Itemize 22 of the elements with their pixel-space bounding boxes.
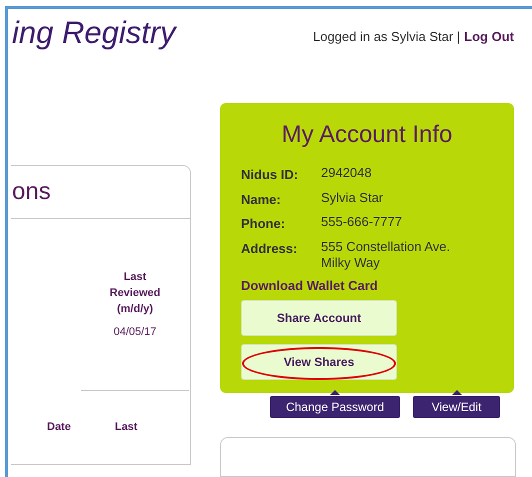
field-value: 555 Constellation Ave. Milky Way (321, 238, 450, 270)
field-value: Sylvia Star (321, 190, 384, 207)
field-label: Address: (241, 240, 298, 258)
field-label: Nidus ID: (241, 166, 300, 184)
column-header: Last (114, 420, 138, 435)
table-cell-text: 04/05/17 (114, 325, 156, 340)
action-button[interactable]: Change Password (270, 396, 400, 418)
field-label: Name: (241, 190, 282, 208)
login-status: Logged in as Sylvia Star | (312, 28, 460, 46)
card-title: My Account Info (280, 120, 454, 150)
account-button[interactable]: Share Account (241, 300, 397, 336)
panel-heading: ons (12, 177, 51, 207)
site-title: ing Registry (12, 17, 176, 48)
account-button[interactable]: View Shares (241, 344, 397, 380)
action-button[interactable]: View/Edit (413, 396, 500, 418)
field-label: Phone: (241, 215, 286, 233)
download-link[interactable]: Download Wallet Card (241, 276, 378, 295)
logout-link[interactable]: Log Out (464, 26, 514, 46)
field-value: 2942048 (321, 165, 372, 182)
field-value: 555-666-7777 (321, 214, 402, 231)
column-header: Last Reviewed (m/d/y) (110, 270, 160, 317)
column-header: Date (47, 420, 71, 435)
